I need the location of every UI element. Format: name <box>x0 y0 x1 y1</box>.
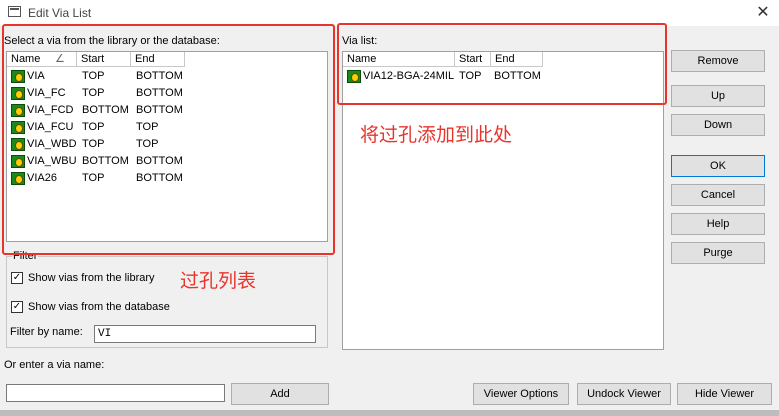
via-icon <box>11 104 25 117</box>
via-list-column-header-start[interactable]: Start <box>455 52 491 67</box>
via-list[interactable]: Name Start End VIA12-BGA-24MIL TOP BOTTOM <box>342 51 664 350</box>
cancel-button[interactable]: Cancel <box>671 184 765 206</box>
via-icon <box>11 138 25 151</box>
app-window-icon <box>8 6 21 17</box>
library-cell-name: VIA_FCU <box>27 121 74 133</box>
library-row[interactable]: VIA26 TOP BOTTOM <box>7 170 327 187</box>
library-cell-end: BOTTOM <box>136 70 183 82</box>
close-icon[interactable]: ✕ <box>752 2 774 24</box>
library-cell-end: TOP <box>136 121 159 133</box>
purge-button[interactable]: Purge <box>671 242 765 264</box>
library-cell-end: BOTTOM <box>136 104 183 116</box>
via-list-cell-start: TOP <box>459 70 482 82</box>
via-icon <box>11 70 25 83</box>
sort-icon: ∠ <box>55 53 65 65</box>
column-header-end[interactable]: End <box>131 52 185 67</box>
via-list-row[interactable]: VIA12-BGA-24MIL TOP BOTTOM <box>343 68 663 85</box>
via-list-cell-name: VIA12-BGA-24MIL <box>363 70 455 82</box>
via-icon <box>11 87 25 100</box>
via-name-input[interactable] <box>6 384 225 402</box>
annotation-via-list: 过孔列表 <box>180 270 257 292</box>
via-list-cell-end: BOTTOM <box>494 70 541 82</box>
library-cell-start: TOP <box>82 70 105 82</box>
filter-group-label: Filter <box>12 250 39 262</box>
column-header-name[interactable]: Name ∠ <box>7 52 77 67</box>
via-icon <box>11 121 25 134</box>
show-database-checkbox[interactable]: ✓ <box>11 301 23 313</box>
library-row[interactable]: VIA_FC TOP BOTTOM <box>7 85 327 102</box>
via-icon <box>11 172 25 185</box>
library-cell-name: VIA_FC <box>27 87 66 99</box>
library-cell-name: VIA_WBD <box>27 138 77 150</box>
library-cell-end: BOTTOM <box>136 87 183 99</box>
up-button[interactable]: Up <box>671 85 765 107</box>
library-cell-start: TOP <box>82 121 105 133</box>
library-cell-start: BOTTOM <box>82 104 129 116</box>
remove-button[interactable]: Remove <box>671 50 765 72</box>
via-list-column-header-end[interactable]: End <box>491 52 543 67</box>
show-library-label: Show vias from the library <box>28 272 155 284</box>
annotation-add-here: 将过孔添加到此处 <box>360 124 513 146</box>
library-cell-start: TOP <box>82 138 105 150</box>
library-cell-end: BOTTOM <box>136 172 183 184</box>
library-cell-name: VIA26 <box>27 172 57 184</box>
window-title: Edit Via List <box>28 6 92 20</box>
show-database-label: Show vias from the database <box>28 301 170 313</box>
via-list-label: Via list: <box>342 35 378 47</box>
viewer-options-button[interactable]: Viewer Options <box>473 383 569 405</box>
library-row[interactable]: VIA TOP BOTTOM <box>7 68 327 85</box>
enter-via-name-label: Or enter a via name: <box>4 359 105 371</box>
hide-viewer-button[interactable]: Hide Viewer <box>677 383 772 405</box>
help-button[interactable]: Help <box>671 213 765 235</box>
library-cell-name: VIA_FCD <box>27 104 74 116</box>
library-cell-name: VIA_WBU <box>27 155 77 167</box>
library-cell-name: VIA <box>27 70 45 82</box>
down-button[interactable]: Down <box>671 114 765 136</box>
filter-by-name-label: Filter by name: <box>10 326 83 338</box>
library-row[interactable]: VIA_FCD BOTTOM BOTTOM <box>7 102 327 119</box>
ok-button[interactable]: OK <box>671 155 765 177</box>
library-row[interactable]: VIA_FCU TOP TOP <box>7 119 327 136</box>
show-library-checkbox[interactable]: ✓ <box>11 272 23 284</box>
library-cell-start: BOTTOM <box>82 155 129 167</box>
library-via-list[interactable]: Name ∠ Start End VIA TOP BOTTOM VIA_FC TOP BO… <box>6 51 328 242</box>
library-cell-end: TOP <box>136 138 159 150</box>
column-header-start[interactable]: Start <box>77 52 131 67</box>
title-bar <box>0 0 779 26</box>
library-cell-start: TOP <box>82 172 105 184</box>
library-row[interactable]: VIA_WBU BOTTOM BOTTOM <box>7 153 327 170</box>
via-icon <box>11 155 25 168</box>
bottom-edge <box>0 410 779 416</box>
via-icon <box>347 70 361 83</box>
library-cell-start: TOP <box>82 87 105 99</box>
library-cell-end: BOTTOM <box>136 155 183 167</box>
add-button[interactable]: Add <box>231 383 329 405</box>
library-row[interactable]: VIA_WBD TOP TOP <box>7 136 327 153</box>
library-list-label: Select a via from the library or the dat… <box>4 35 220 47</box>
filter-by-name-input[interactable]: VI <box>94 325 316 343</box>
undock-viewer-button[interactable]: Undock Viewer <box>577 383 671 405</box>
via-list-column-header-name[interactable]: Name <box>343 52 455 67</box>
